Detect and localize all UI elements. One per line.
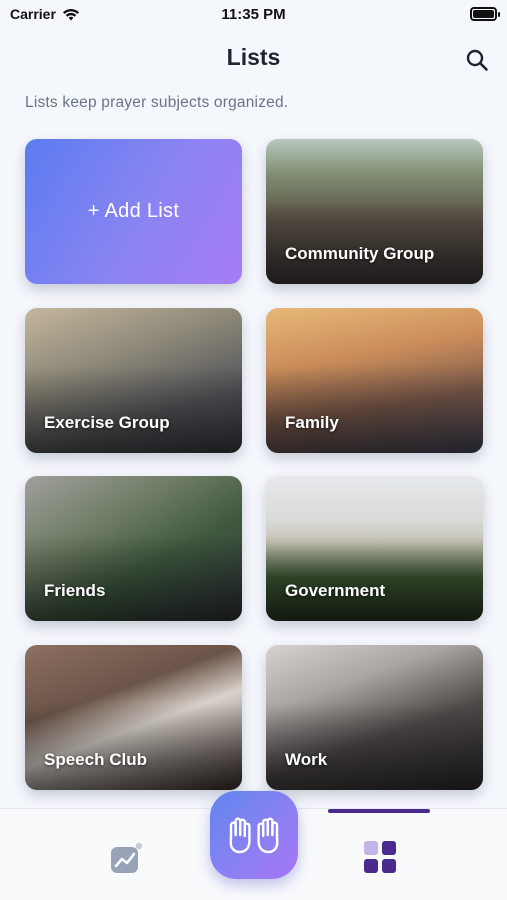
- tab-lists[interactable]: [352, 829, 408, 885]
- page-subtitle: Lists keep prayer subjects organized.: [25, 94, 289, 111]
- status-time: 11:35 PM: [221, 6, 286, 23]
- list-card-community-group[interactable]: Community Group: [266, 139, 483, 284]
- list-card-family[interactable]: Family: [266, 308, 483, 453]
- status-bar: Carrier 11:35 PM: [0, 0, 507, 30]
- grid-icon: [364, 841, 396, 873]
- tab-stats[interactable]: [98, 837, 154, 881]
- pray-button[interactable]: [210, 791, 298, 879]
- stats-chart-icon: [111, 842, 143, 873]
- search-button[interactable]: [463, 46, 491, 74]
- add-list-label: + Add List: [87, 200, 180, 222]
- list-card-work[interactable]: Work: [266, 645, 483, 790]
- list-card-label: Work: [285, 750, 328, 769]
- praying-hands-icon: [229, 817, 279, 854]
- list-card-label: Friends: [44, 581, 106, 600]
- list-card-label: Exercise Group: [44, 413, 170, 432]
- list-card-friends[interactable]: Friends: [25, 476, 242, 621]
- battery-icon: [470, 7, 500, 21]
- list-card-government[interactable]: Government: [266, 476, 483, 621]
- selected-tab-indicator: [328, 809, 430, 813]
- list-card-label: Speech Club: [44, 750, 147, 769]
- list-card-label: Family: [285, 413, 339, 432]
- add-list-button[interactable]: + Add List: [25, 139, 242, 284]
- list-card-exercise-group[interactable]: Exercise Group: [25, 308, 242, 453]
- search-icon: [466, 49, 488, 71]
- page-title: Lists: [226, 44, 281, 70]
- list-card-label: Community Group: [285, 244, 435, 263]
- list-card-speech-club[interactable]: Speech Club: [25, 645, 242, 790]
- list-card-label: Government: [285, 581, 386, 600]
